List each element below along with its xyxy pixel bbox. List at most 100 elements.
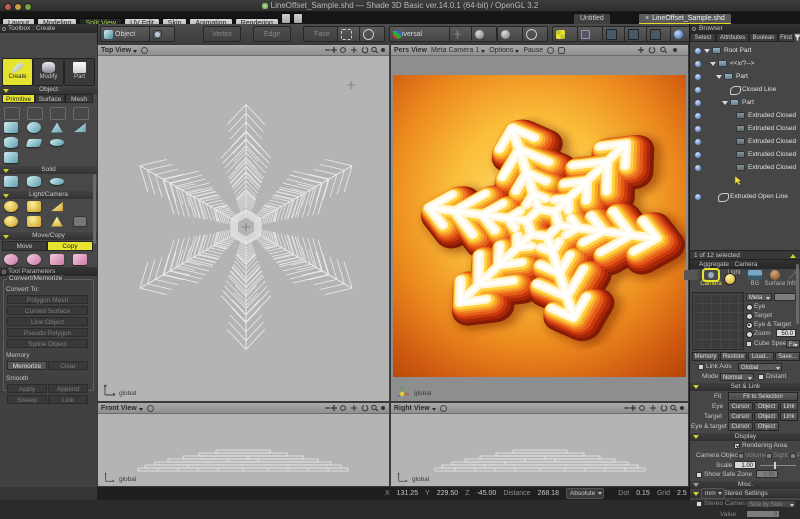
display-section-header[interactable]: Display	[690, 433, 800, 441]
aggregate-tab-light[interactable]: Light	[724, 270, 744, 276]
ambient-light-icon[interactable]	[27, 216, 41, 227]
visibility-orb-icon[interactable]	[695, 100, 701, 106]
eye-target-object-button[interactable]: Object	[754, 422, 779, 431]
scale-slider-track[interactable]	[760, 465, 796, 466]
mode-dropdown[interactable]: Normal	[720, 373, 754, 381]
tree-row[interactable]: Root Part	[690, 46, 800, 57]
memorize-button[interactable]: Memorize	[7, 361, 47, 370]
tree-label[interactable]: Extruded Open Line	[730, 193, 788, 200]
viewport-top-label[interactable]: Top View	[101, 47, 137, 54]
stereo-camera-checkbox[interactable]	[696, 501, 702, 507]
visibility-orb-icon[interactable]	[695, 152, 701, 158]
link-axis-checkbox[interactable]	[698, 364, 704, 370]
target-cursor-button[interactable]: Cursor	[728, 412, 753, 421]
restore-button[interactable]: Restore	[720, 352, 747, 361]
four-view-button[interactable]	[552, 26, 578, 42]
screen-3-button[interactable]	[646, 26, 672, 42]
tab-close-icon[interactable]: ×	[645, 15, 649, 22]
scale-slider-thumb[interactable]	[774, 462, 776, 469]
solid-section-header[interactable]: Solid	[0, 166, 97, 174]
tab-mesh[interactable]: Mesh	[65, 94, 93, 103]
target-radio[interactable]	[746, 313, 753, 320]
visibility-orb-icon[interactable]	[695, 165, 701, 171]
visibility-orb-icon[interactable]	[695, 126, 701, 132]
rendering-area-checkbox[interactable]	[734, 443, 740, 449]
set-link-section-header[interactable]: Set & Link	[690, 383, 800, 391]
eye-cursor-button[interactable]: Cursor	[728, 402, 753, 411]
wireframe-view-button[interactable]	[522, 26, 548, 42]
tree-label[interactable]: Extruded Closed	[748, 112, 796, 119]
tree-label[interactable]: Closed Line	[742, 86, 776, 93]
rotate-select-button[interactable]	[359, 26, 385, 42]
solid-union-icon[interactable]	[4, 176, 18, 187]
gear-icon[interactable]	[141, 47, 148, 54]
object-mode-button[interactable]: Object	[100, 26, 152, 42]
copy-blocks-icon[interactable]	[50, 254, 64, 265]
viewport-controls[interactable]	[324, 404, 386, 412]
eye-and-target-radio[interactable]	[746, 322, 753, 329]
tree-row[interactable]: <<x/?-->	[690, 59, 800, 70]
panel-dot-icon[interactable]	[2, 270, 6, 274]
tree-row[interactable]: Extruded Closed	[690, 124, 800, 135]
viewport-pers-label[interactable]: Pers View	[394, 47, 427, 54]
eye-radio[interactable]	[746, 304, 753, 311]
gear-icon[interactable]	[147, 405, 154, 412]
primitive-cone-icon[interactable]	[50, 122, 64, 133]
filter-icon[interactable]	[794, 34, 800, 42]
browser-tab-find[interactable]: Find	[778, 33, 794, 42]
copy-grid-icon[interactable]	[73, 254, 87, 265]
save-button[interactable]: Save...	[775, 352, 800, 361]
tree-row[interactable]: Part	[690, 72, 800, 83]
viewport-front[interactable]: Front View global	[97, 402, 390, 487]
zoom-radio[interactable]	[746, 331, 753, 338]
expand-triangle-icon[interactable]	[704, 49, 710, 53]
unit-dropdown[interactable]: mm	[701, 488, 725, 499]
workspace-overflow-button[interactable]	[281, 13, 291, 24]
copy-button[interactable]: Copy	[47, 241, 93, 251]
zoom-value-field[interactable]: 50.0	[776, 329, 796, 337]
primitive-box-icon[interactable]	[4, 152, 18, 163]
mode-create-button[interactable]: Create	[2, 58, 33, 86]
tab-surface[interactable]: Surface	[35, 94, 65, 103]
scale-value-field[interactable]: 1.00	[734, 461, 756, 469]
copy-scale-icon[interactable]	[4, 254, 18, 265]
panel-dot-icon[interactable]	[2, 27, 6, 31]
cube-speed-checkbox[interactable]	[746, 341, 752, 347]
visibility-orb-icon[interactable]	[695, 87, 701, 93]
pause-button[interactable]: Pause	[523, 47, 543, 54]
memory-button[interactable]: Memory	[692, 352, 719, 361]
light-camera-section-header[interactable]: Light/Camera	[0, 191, 97, 199]
directional-light-icon[interactable]	[50, 201, 64, 212]
visibility-orb-icon[interactable]	[695, 113, 701, 119]
viewport-top[interactable]: Top View gl	[97, 44, 390, 402]
tree-label[interactable]: Extruded Closed	[748, 138, 796, 145]
viewport-front-label[interactable]: Front View	[101, 405, 143, 412]
link-axis-dropdown[interactable]: Global	[738, 363, 782, 371]
browser-tab-boolean[interactable]: Boolean	[749, 33, 778, 42]
viewport-right[interactable]: Right View global	[390, 402, 689, 487]
primitive-cube-icon[interactable]	[4, 122, 18, 133]
tree-label[interactable]: Extruded Closed	[748, 164, 796, 171]
move-button[interactable]: Move	[2, 241, 47, 251]
collapse-arrow-icon[interactable]	[790, 254, 796, 258]
browser-tab-attributes[interactable]: Attributes	[716, 33, 749, 42]
visibility-orb-icon[interactable]	[695, 61, 701, 67]
tree-row[interactable]: Extruded Closed	[690, 111, 800, 122]
solid-subtract-icon[interactable]	[27, 176, 41, 187]
primitive-sphere-icon[interactable]	[27, 122, 41, 133]
viewport-controls[interactable]	[324, 46, 386, 54]
primitive-wedge-icon[interactable]	[73, 122, 87, 133]
primitive-plane-icon[interactable]	[26, 139, 43, 147]
visibility-orb-icon[interactable]	[695, 74, 701, 80]
fit-to-selection-button[interactable]: Fit to Selection	[728, 392, 798, 401]
browser-tab-select[interactable]: Select	[690, 33, 716, 42]
panel-dot-icon[interactable]	[692, 27, 696, 31]
tree-label[interactable]: <<x/?-->	[730, 60, 754, 67]
object-section-header[interactable]: Object	[0, 86, 97, 94]
meta-dropdown[interactable]: Meta	[746, 293, 772, 301]
solid-intersect-icon[interactable]	[50, 178, 64, 185]
eye-link-button[interactable]: Link	[780, 402, 798, 411]
visibility-orb-icon[interactable]	[695, 139, 701, 145]
aggregate-tab-surface[interactable]: Surface	[764, 270, 786, 287]
coordinate-mode-dropdown[interactable]: Absolute	[566, 488, 604, 499]
